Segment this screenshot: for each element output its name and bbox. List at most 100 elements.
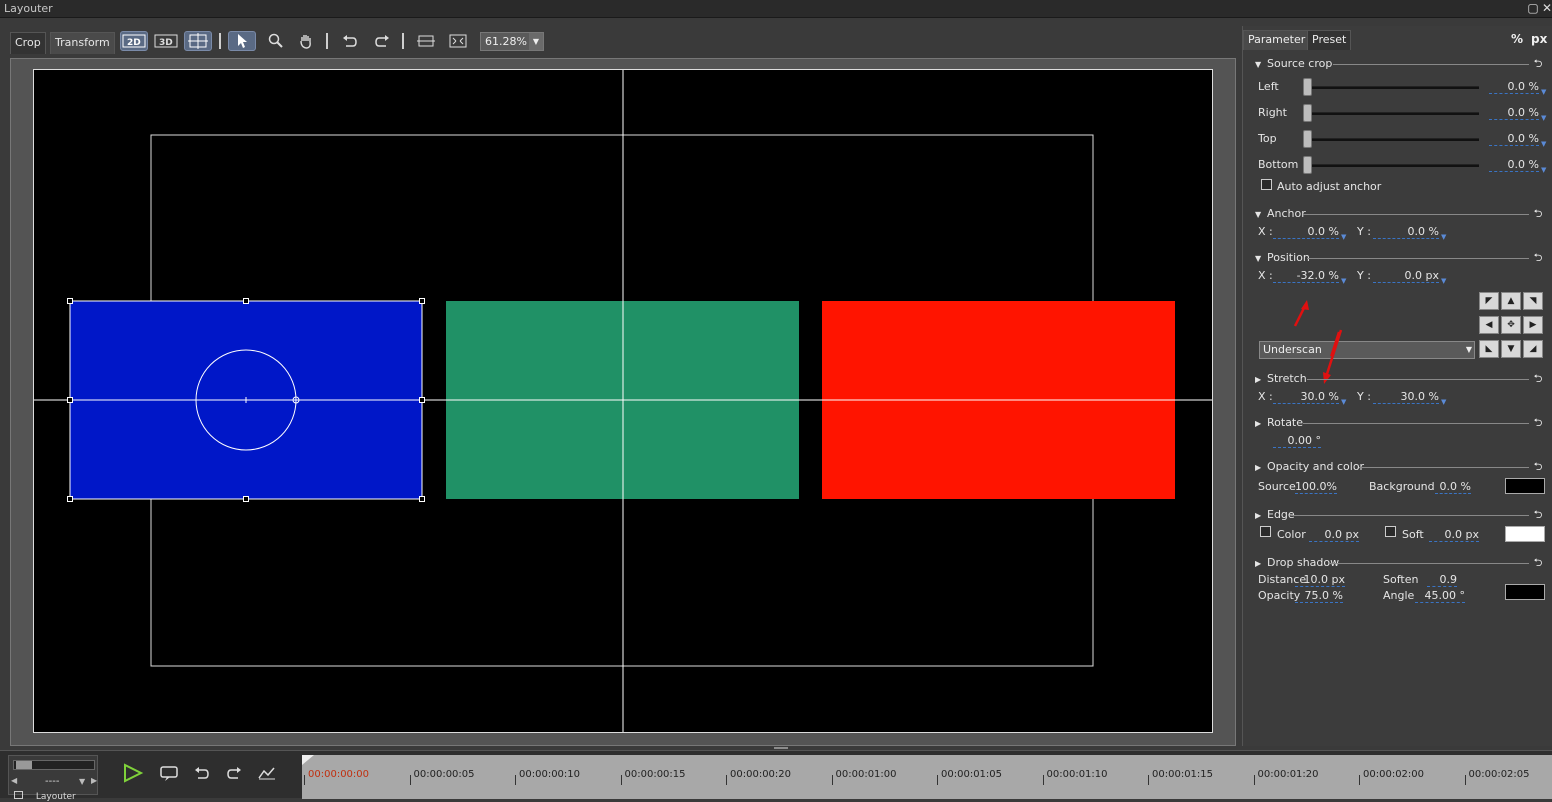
loop-button[interactable] xyxy=(156,761,182,785)
crop-top-slider[interactable] xyxy=(1311,138,1479,141)
scrub-slider[interactable] xyxy=(13,760,95,770)
triangle-right-icon: ▶ xyxy=(1255,511,1262,520)
tab-crop[interactable]: Crop xyxy=(10,32,46,54)
align-center-button[interactable]: ✥ xyxy=(1501,316,1521,334)
shadow-color-swatch[interactable] xyxy=(1505,584,1545,600)
magnifier-icon xyxy=(268,33,283,48)
crop-right-slider[interactable] xyxy=(1311,112,1479,115)
timecode-label: 00:00:01:05 xyxy=(941,769,1003,780)
unit-percent-button[interactable]: % xyxy=(1511,32,1523,46)
anchor-y-value[interactable]: 0.0 % xyxy=(1373,225,1439,239)
rotate-value[interactable]: 0.00 ° xyxy=(1273,434,1321,448)
tab-preset[interactable]: Preset xyxy=(1307,30,1352,50)
select-tool-button[interactable] xyxy=(228,31,256,51)
reset-icon[interactable]: ⮌ xyxy=(1531,208,1545,220)
unit-px-button[interactable]: px xyxy=(1531,32,1547,46)
section-anchor[interactable]: ▼ Anchor xyxy=(1255,207,1306,221)
align-left-button[interactable]: ◀ xyxy=(1479,316,1499,334)
maximize-icon[interactable]: ▢ xyxy=(1526,1,1540,15)
play-button[interactable] xyxy=(120,761,146,785)
edge-soft-checkbox[interactable] xyxy=(1385,526,1396,537)
align-bottom-right-button[interactable]: ◢ xyxy=(1523,340,1543,358)
edge-color-swatch[interactable] xyxy=(1505,526,1545,542)
redo-button[interactable] xyxy=(368,31,396,51)
grid-button[interactable] xyxy=(184,31,212,51)
crop-bottom-slider-thumb[interactable] xyxy=(1303,156,1312,174)
next-frame-button[interactable] xyxy=(222,761,248,785)
shadow-opacity-value[interactable]: 75.0 % xyxy=(1295,589,1343,603)
section-position[interactable]: ▼ Position xyxy=(1255,251,1310,265)
align-bottom-left-button[interactable]: ◣ xyxy=(1479,340,1499,358)
background-color-swatch[interactable] xyxy=(1505,478,1545,494)
undo-icon xyxy=(343,35,357,47)
scrub-slider-thumb[interactable] xyxy=(16,761,32,769)
align-right-button[interactable]: ▶ xyxy=(1523,316,1543,334)
source-opacity-value[interactable]: 100.0% xyxy=(1295,480,1337,494)
align-top-right-button[interactable]: ◥ xyxy=(1523,292,1543,310)
crop-left-slider[interactable] xyxy=(1311,86,1479,89)
reset-icon[interactable]: ⮌ xyxy=(1531,509,1545,521)
tab-transform[interactable]: Transform xyxy=(50,32,115,54)
crop-left-value[interactable]: 0.0 % xyxy=(1489,80,1539,94)
crop-right-value[interactable]: 0.0 % xyxy=(1489,106,1539,120)
fullscreen-button[interactable] xyxy=(444,31,472,51)
background-opacity-value[interactable]: 0.0 % xyxy=(1435,480,1471,494)
crop-top-slider-thumb[interactable] xyxy=(1303,130,1312,148)
chevron-right-icon[interactable]: ▶ xyxy=(91,776,97,785)
reset-icon[interactable]: ⮌ xyxy=(1531,557,1545,569)
zoom-select[interactable]: 61.28% ▼ xyxy=(480,32,544,51)
reset-icon[interactable]: ⮌ xyxy=(1531,373,1545,385)
timecode-label: 00:00:00:10 xyxy=(519,769,581,780)
auto-adjust-anchor-checkbox[interactable] xyxy=(1261,179,1272,190)
preview-viewport[interactable] xyxy=(10,58,1236,752)
section-rotate[interactable]: ▶ Rotate xyxy=(1255,416,1303,430)
tab-parameter[interactable]: Parameter xyxy=(1243,30,1311,50)
shadow-distance-value[interactable]: 10.0 px xyxy=(1295,573,1345,587)
reset-icon[interactable]: ⮌ xyxy=(1531,58,1545,70)
undo-button[interactable] xyxy=(336,31,364,51)
crop-left-slider-thumb[interactable] xyxy=(1303,78,1312,96)
section-stretch[interactable]: ▶ Stretch xyxy=(1255,372,1307,386)
section-source-crop[interactable]: ▼ Source crop xyxy=(1255,57,1332,71)
crop-top-value[interactable]: 0.0 % xyxy=(1489,132,1539,146)
preview-canvas[interactable] xyxy=(33,69,1213,733)
position-y-value[interactable]: 0.0 px xyxy=(1373,269,1439,283)
section-edge[interactable]: ▶ Edge xyxy=(1255,508,1295,522)
anchor-x-value[interactable]: 0.0 % xyxy=(1273,225,1339,239)
edge-color-label: Color xyxy=(1277,528,1306,541)
chevron-left-icon[interactable]: ◀ xyxy=(11,776,17,785)
prev-frame-button[interactable] xyxy=(190,761,216,785)
section-divider xyxy=(1291,515,1529,516)
stretch-y-value[interactable]: 30.0 % xyxy=(1373,390,1439,404)
edge-soft-value[interactable]: 0.0 px xyxy=(1429,528,1479,542)
crop-bottom-value[interactable]: 0.0 % xyxy=(1489,158,1539,172)
edge-color-checkbox[interactable] xyxy=(1260,526,1271,537)
fit-frame-button[interactable] xyxy=(412,31,440,51)
timeline-ruler[interactable]: 00:00:00:00 00:00:00:05 00:00:00:10 00:00:0… xyxy=(302,755,1552,799)
align-top-left-button[interactable]: ◤ xyxy=(1479,292,1499,310)
3d-mode-button[interactable]: 3D xyxy=(152,31,180,51)
reset-icon[interactable]: ⮌ xyxy=(1531,461,1545,473)
align-top-button[interactable]: ▲ xyxy=(1501,292,1521,310)
small-field[interactable]: ---- xyxy=(45,776,59,787)
playhead-icon[interactable] xyxy=(302,755,314,765)
crop-bottom-slider[interactable] xyxy=(1311,164,1479,167)
scrub-control[interactable]: ◀ ---- ▼ ▶ xyxy=(8,755,98,795)
chevron-down-icon[interactable]: ▼ xyxy=(79,777,85,786)
align-bottom-button[interactable]: ▼ xyxy=(1501,340,1521,358)
shadow-angle-value[interactable]: 45.00 ° xyxy=(1415,589,1465,603)
stretch-x-value[interactable]: 30.0 % xyxy=(1273,390,1339,404)
section-drop-shadow[interactable]: ▶ Drop shadow xyxy=(1255,556,1339,570)
section-opacity-color[interactable]: ▶ Opacity and color xyxy=(1255,460,1364,474)
expand-icon xyxy=(449,34,467,48)
zoom-tool-button[interactable] xyxy=(262,31,290,51)
2d-mode-button[interactable]: 2D xyxy=(120,31,148,51)
hand-tool-button[interactable] xyxy=(292,31,320,51)
crop-right-slider-thumb[interactable] xyxy=(1303,104,1312,122)
reset-icon[interactable]: ⮌ xyxy=(1531,417,1545,429)
shadow-soften-value[interactable]: 0.9 xyxy=(1427,573,1457,587)
keyframe-graph-button[interactable] xyxy=(254,761,280,785)
edge-color-value[interactable]: 0.0 px xyxy=(1309,528,1359,542)
reset-icon[interactable]: ⮌ xyxy=(1531,252,1545,264)
close-icon[interactable]: ✕ xyxy=(1540,1,1552,15)
